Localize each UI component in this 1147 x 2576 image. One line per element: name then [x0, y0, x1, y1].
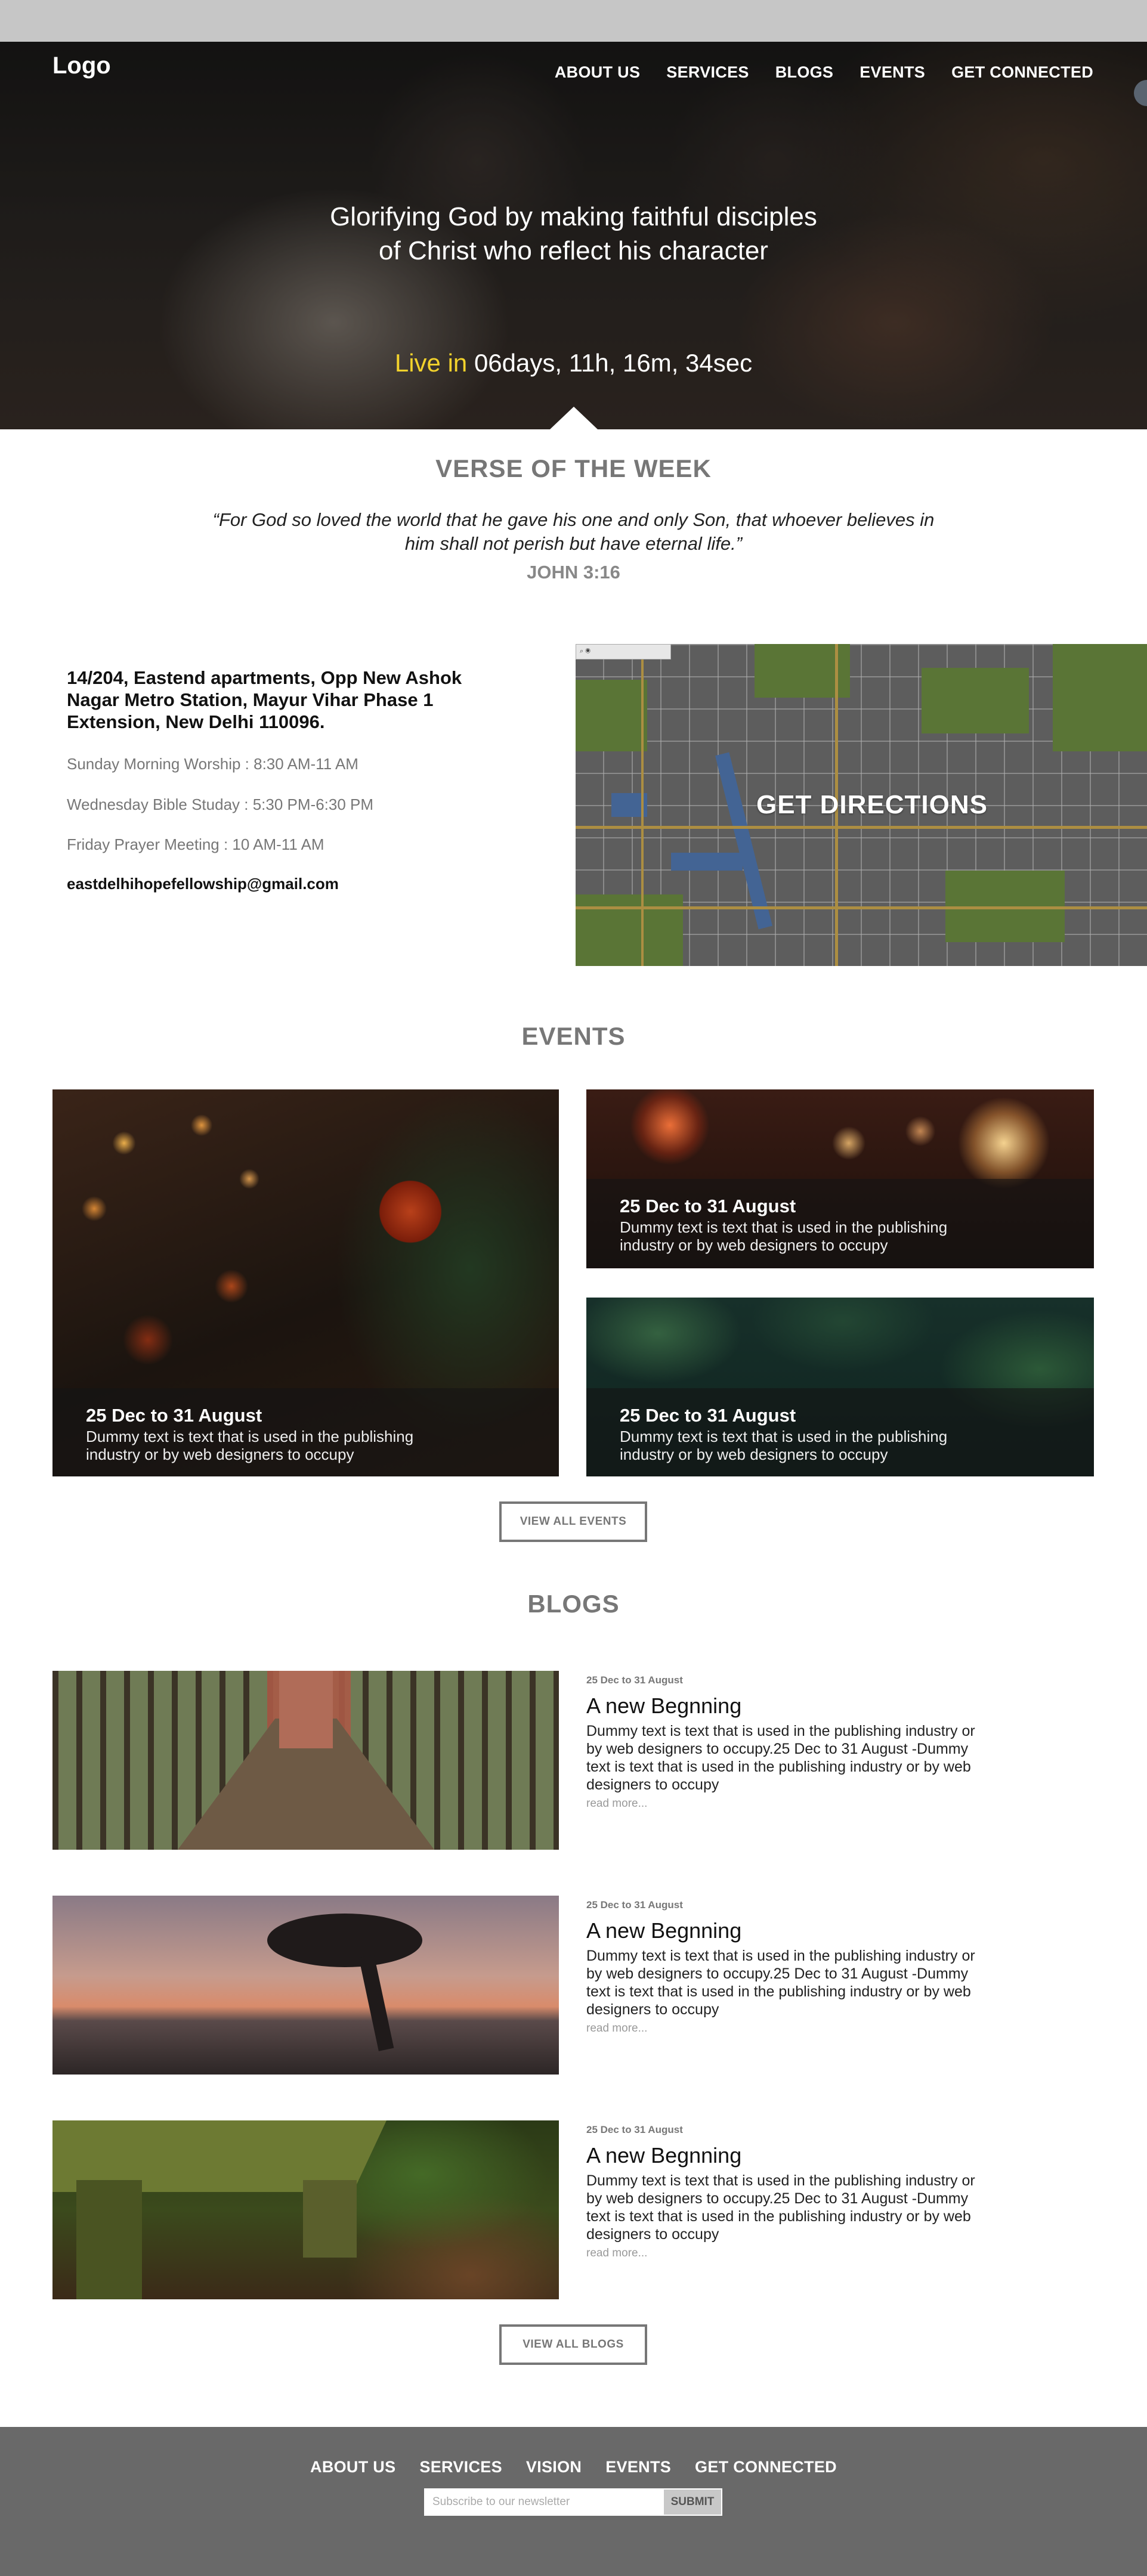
blog-entry: 25 Dec to 31 August A new Begnning Dummy… — [586, 2124, 980, 2260]
top-strip — [0, 0, 1147, 42]
footer-nav-get-connected[interactable]: GET CONNECTED — [695, 2458, 837, 2476]
verse-reference: JOHN 3:16 — [527, 562, 620, 583]
blog-image-tree — [267, 1914, 422, 1967]
directions-map[interactable]: ⌕ ◉ GET DIRECTIONS — [576, 644, 1147, 966]
footer-nav-about-us[interactable]: ABOUT US — [310, 2458, 395, 2476]
newsletter-form: SUBMIT — [424, 2488, 722, 2516]
events-heading: EVENTS — [521, 1022, 626, 1050]
read-more-link[interactable]: read more... — [586, 1797, 980, 1810]
blog-image[interactable] — [52, 1896, 559, 2075]
footer-nav-vision[interactable]: VISION — [526, 2458, 582, 2476]
event-card[interactable]: 25 Dec to 31 August Dummy text is text t… — [586, 1298, 1094, 1476]
blog-image-bench-leg — [76, 2180, 142, 2299]
schedule-sunday: Sunday Morning Worship : 8:30 AM-11 AM — [67, 755, 358, 773]
view-all-blogs-button[interactable]: VIEW ALL BLOGS — [499, 2324, 647, 2365]
live-label: Live in — [394, 349, 468, 377]
hero-tagline-line1: Glorifying God by making faithful discip… — [330, 202, 817, 231]
blog-entry: 25 Dec to 31 August A new Begnning Dummy… — [586, 1899, 980, 2035]
nav-blogs[interactable]: BLOGS — [775, 63, 834, 82]
read-more-link[interactable]: read more... — [586, 2022, 980, 2035]
blog-date: 25 Dec to 31 August — [586, 1899, 683, 1911]
church-address: 14/204, Eastend apartments, Opp New Asho… — [67, 667, 462, 732]
countdown-value: 06days, 11h, 16m, 34sec — [474, 349, 753, 377]
hero-tagline-line2: of Christ who reflect his character — [379, 236, 768, 265]
nav-get-connected[interactable]: GET CONNECTED — [951, 63, 1093, 82]
schedule-wednesday: Wednesday Bible Studay : 5:30 PM-6:30 PM — [67, 795, 374, 813]
blog-excerpt: Dummy text is text that is used in the p… — [586, 1723, 975, 1793]
event-card[interactable]: 25 Dec to 31 August Dummy text is text t… — [52, 1089, 559, 1476]
event-description: Dummy text is text that is used in the p… — [86, 1428, 414, 1463]
event-date: 25 Dec to 31 August — [86, 1405, 262, 1426]
blog-image[interactable] — [52, 2120, 559, 2299]
read-more-link[interactable]: read more... — [586, 2247, 980, 2260]
hero-banner: Logo ABOUT US SERVICES BLOGS EVENTS GET … — [0, 42, 1147, 429]
blog-image-bench-leg — [303, 2180, 357, 2258]
blog-date: 25 Dec to 31 August — [586, 1674, 683, 1686]
nav-services[interactable]: SERVICES — [666, 63, 749, 82]
blog-excerpt: Dummy text is text that is used in the p… — [586, 1948, 975, 2018]
schedule-friday: Friday Prayer Meeting : 10 AM-11 AM — [67, 835, 324, 853]
hero-tagline: Glorifying God by making faithful discip… — [0, 200, 1147, 268]
newsletter-submit-button[interactable]: SUBMIT — [663, 2488, 722, 2516]
blog-title[interactable]: A new Begnning — [586, 1918, 980, 1943]
contact-email[interactable]: eastdelhihopefellowship@gmail.com — [67, 875, 339, 893]
blog-entry: 25 Dec to 31 August A new Begnning Dummy… — [586, 1674, 980, 1810]
blog-title[interactable]: A new Begnning — [586, 1693, 980, 1719]
footer-nav-events[interactable]: EVENTS — [605, 2458, 671, 2476]
nav-events[interactable]: EVENTS — [860, 63, 925, 82]
event-date: 25 Dec to 31 August — [620, 1196, 796, 1216]
event-caption: 25 Dec to 31 August Dummy text is text t… — [586, 1388, 1094, 1476]
site-footer: ABOUT US SERVICES VISION EVENTS GET CONN… — [0, 2427, 1147, 2576]
blog-image[interactable] — [52, 1671, 559, 1850]
event-date: 25 Dec to 31 August — [620, 1405, 796, 1426]
event-caption: 25 Dec to 31 August Dummy text is text t… — [586, 1179, 1094, 1268]
blog-date: 25 Dec to 31 August — [586, 2124, 683, 2135]
footer-nav: ABOUT US SERVICES VISION EVENTS GET CONN… — [0, 2458, 1147, 2476]
nav-about-us[interactable]: ABOUT US — [555, 63, 640, 82]
blog-excerpt: Dummy text is text that is used in the p… — [586, 2172, 975, 2243]
blog-image-path — [279, 1671, 333, 1748]
event-description: Dummy text is text that is used in the p… — [620, 1428, 948, 1463]
blog-image-trunk — [358, 1955, 394, 2051]
get-directions-button[interactable]: GET DIRECTIONS — [576, 644, 1147, 966]
verse-text: “For God so loved the world that he gave… — [212, 509, 935, 554]
verse-heading: VERSE OF THE WEEK — [435, 454, 712, 482]
event-card[interactable]: 25 Dec to 31 August Dummy text is text t… — [586, 1089, 1094, 1268]
site-logo[interactable]: Logo — [52, 52, 111, 79]
blogs-heading: BLOGS — [527, 1590, 620, 1618]
live-countdown: Live in 06days, 11h, 16m, 34sec — [0, 349, 1147, 377]
main-nav: ABOUT US SERVICES BLOGS EVENTS GET CONNE… — [555, 63, 1093, 82]
footer-nav-services[interactable]: SERVICES — [419, 2458, 502, 2476]
event-description: Dummy text is text that is used in the p… — [620, 1218, 948, 1254]
hero-notch-arrow — [550, 407, 598, 429]
view-all-events-button[interactable]: VIEW ALL EVENTS — [499, 1501, 647, 1542]
newsletter-email-input[interactable] — [424, 2488, 663, 2516]
blog-title[interactable]: A new Begnning — [586, 2143, 980, 2168]
event-caption: 25 Dec to 31 August Dummy text is text t… — [52, 1388, 559, 1476]
